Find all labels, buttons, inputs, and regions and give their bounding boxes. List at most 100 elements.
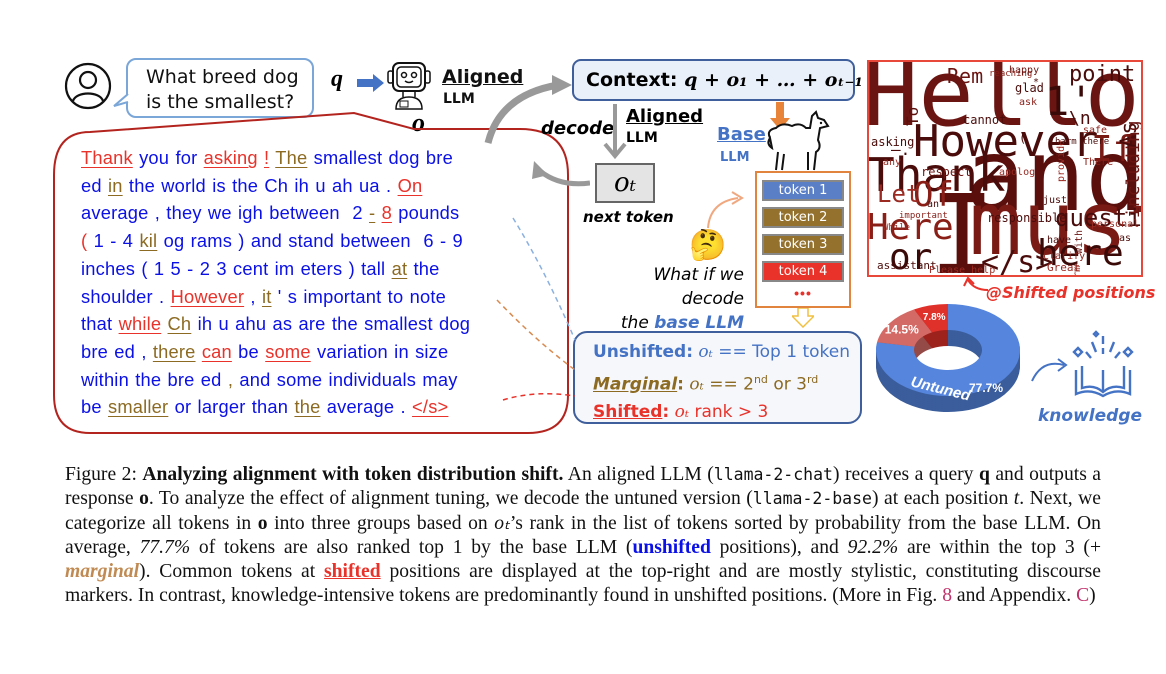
query-symbol: q (331, 66, 343, 92)
caption-code: llama-2-chat (713, 465, 833, 484)
token-shifted: However (170, 285, 245, 307)
token-shifted: while (118, 313, 162, 335)
category-legend: Unshifted: oₜ == Top 1 token Marginal: o… (573, 331, 862, 424)
token-distribution-donut: 77.7%14.5%7.8%Untuned (876, 304, 1020, 412)
caption-text: into three groups based on (267, 512, 495, 534)
token-shifted: Thank (81, 147, 133, 168)
category-rule: == 2 (703, 374, 754, 395)
token-marginal: kil (139, 230, 158, 252)
token-item: token 2 (762, 207, 844, 228)
token-shifted: On (397, 174, 423, 196)
ot-symbol: oₜ (674, 401, 690, 422)
llama-icon (767, 110, 830, 171)
cloud-word: apolog (999, 167, 1036, 178)
knowledge-label: knowledge (1038, 406, 1143, 426)
token-unshifted: average . (320, 396, 413, 418)
cloud-word: personal (1091, 219, 1140, 230)
token-list: token 1 token 2 token 3 token 4 ••• (755, 171, 851, 308)
token-unshifted: , (244, 285, 262, 307)
what-if-bold: base LLM (654, 313, 744, 333)
what-if-pre: the (620, 313, 655, 333)
cloud-word: Rem (947, 64, 984, 88)
ot-symbol: oₜ (698, 342, 713, 362)
token-item: token 1 (762, 180, 844, 201)
cloud-word: There (1083, 157, 1114, 168)
book-icon (1072, 330, 1134, 398)
token-unshifted: you for (132, 147, 204, 168)
token-unshifted: 1 - 4 (87, 230, 140, 252)
cloud-word: just (1043, 195, 1068, 206)
cloud-word: ask (1019, 97, 1038, 108)
response-line: ( 1 - 4 kil og rams ) and stand between … (81, 227, 536, 255)
next-token-box: oₜ (595, 163, 655, 203)
curved-arrow-icon (707, 191, 744, 229)
token-unshifted: the world is the Ch ih u ah ua . (122, 174, 398, 196)
yellow-arrow-down-icon (792, 308, 814, 328)
token-unshifted: ed (81, 174, 109, 196)
cloud-word: important (899, 211, 948, 221)
response-line: average , they we igh between 2 - 8 poun… (81, 199, 536, 227)
token-item: token 3 (762, 234, 844, 255)
arrow-down-icon (603, 104, 627, 160)
token-marginal: the (294, 396, 321, 418)
token-marginal: The (275, 147, 308, 168)
token-unshifted: the (407, 257, 440, 279)
appendix-ref-link[interactable]: C (1076, 585, 1089, 606)
token-unshifted: average , they we igh between 2 (81, 202, 369, 224)
token-shifted: 8 (381, 202, 392, 224)
context-label: Context: (586, 69, 678, 91)
figure-ref-link[interactable]: 8 (942, 585, 952, 606)
ot-symbol: oₜ (689, 374, 704, 395)
token-unshifted: variation in size (310, 340, 449, 362)
user-icon (64, 62, 112, 110)
donut-label: 14.5% (885, 323, 919, 337)
response-line: inches ( 1 5 - 2 3 cent im eters ) tall … (81, 255, 536, 283)
token-item: token 4 (762, 261, 844, 282)
base-llm-label: Base (717, 124, 766, 145)
caption-symbol: o (257, 512, 268, 534)
base-llm-sub: LLM (720, 150, 750, 165)
cloud-word: Let (877, 180, 921, 208)
cloud-word: harm there (1055, 137, 1110, 147)
token-shifted: can (201, 340, 232, 362)
cloud-word: While (883, 223, 911, 233)
figure-caption: Figure 2: Analyzing alignment with token… (65, 463, 1101, 609)
token-unshifted: smallest dog bre (307, 147, 453, 168)
response-text: Thank you for asking ! The smallest dog … (81, 144, 536, 421)
token-unshifted: be (81, 396, 109, 418)
category-name: Marginal (593, 374, 678, 395)
arrow-to-knowledge-icon (1031, 358, 1068, 382)
caption-shifted: shifted (324, 561, 381, 583)
donut-label: 7.8% (923, 312, 946, 323)
caption-text: . To analyze the effect of alignment tun… (148, 488, 753, 510)
caption-title: Analyzing alignment with token distribut… (142, 464, 564, 485)
cloud-word: an (927, 199, 940, 210)
cloud-word: safe (1083, 125, 1108, 136)
caption-text: and Appendix. (952, 585, 1077, 607)
donut-label: 77.7% (969, 381, 1003, 395)
caption-text: ) receives a query (832, 464, 979, 485)
more-tokens-icon: ••• (794, 285, 812, 301)
context-expression: q + o₁ + … + oₜ₋₁ (684, 69, 863, 91)
caption-text: An aligned LLM ( (563, 464, 714, 485)
query-line-1: What breed dog (146, 66, 299, 88)
caption-symbol: o (139, 488, 149, 510)
response-line: ed in the world is the Ch ih u ah ua . O… (81, 172, 536, 200)
category-name: Shifted (593, 401, 663, 422)
cloud-word: responsible (987, 211, 1067, 225)
token-marginal: it (261, 285, 272, 307)
cloud-word: Please help (929, 265, 996, 276)
cloud-word: * (1033, 77, 1040, 88)
caption-text: ) (1089, 585, 1096, 607)
cloud-word: have (1047, 235, 1072, 246)
token-shifted: some (265, 340, 311, 362)
caption-text: are within the top 3 (+ (898, 536, 1102, 558)
caption-percent: 92.2% (847, 536, 899, 558)
caption-text: positions), and (710, 536, 848, 558)
cloud-word: Great (1047, 261, 1081, 274)
caption-unshifted: unshifted (632, 536, 711, 558)
caption-symbol: oₜ (494, 512, 510, 534)
cloud-word: —. (891, 140, 911, 159)
aligned-llm-sub-2: LLM (626, 130, 658, 146)
what-if-line-1: What if we decode (653, 265, 744, 309)
